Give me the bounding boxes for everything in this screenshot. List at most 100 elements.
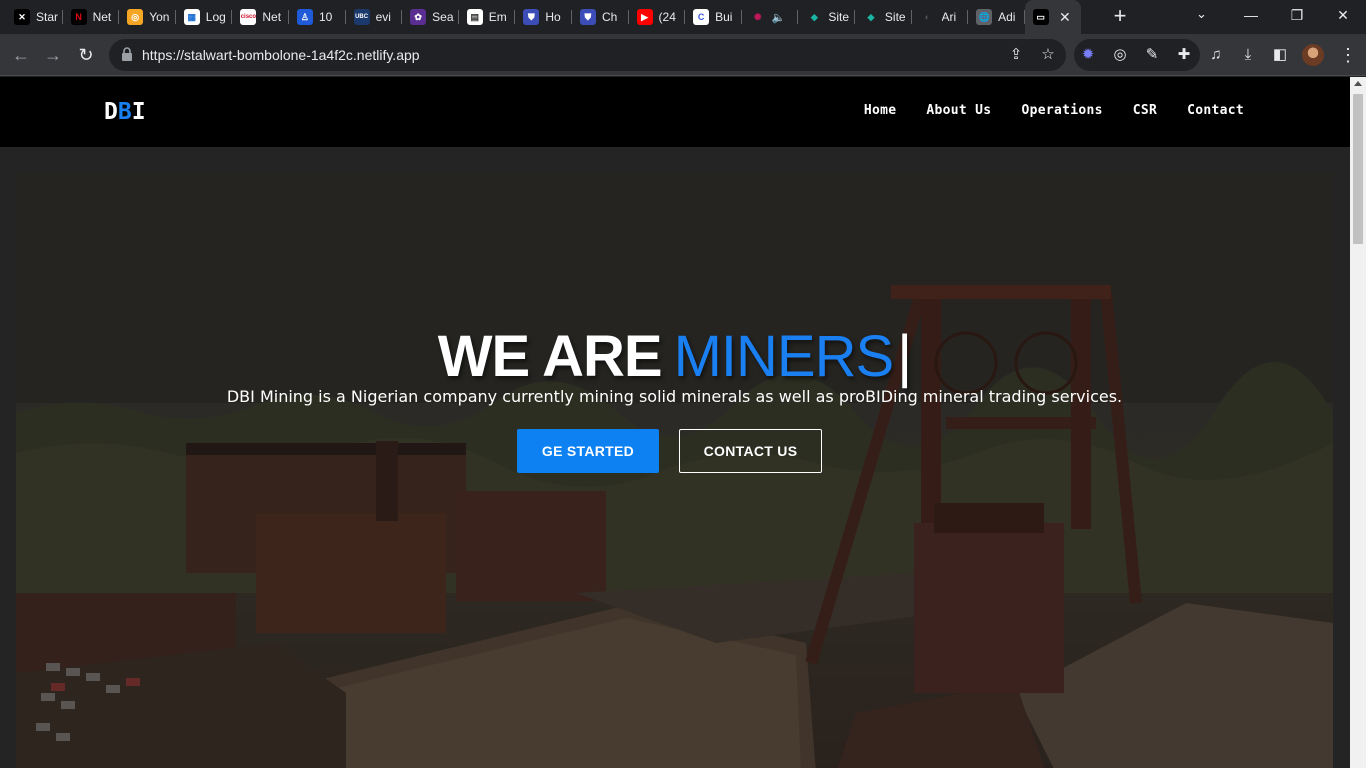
share-icon[interactable]: ⇪	[1006, 45, 1026, 65]
bookmark-star-icon[interactable]: ☆	[1038, 45, 1058, 65]
nav-operations[interactable]: Operations	[1021, 103, 1102, 118]
browser-tab[interactable]: cisco Net	[232, 0, 289, 34]
tab-favicon-icon: ▭	[1032, 9, 1049, 25]
browser-tab[interactable]: ◆ Site	[855, 0, 912, 34]
scrollbar-thumb[interactable]	[1353, 94, 1363, 244]
tab-title: Adi	[998, 10, 1016, 24]
browser-tab[interactable]: ▤ Em	[459, 0, 516, 34]
logo-letter-d: D	[104, 99, 118, 125]
tab-favicon-icon: ◎	[127, 9, 144, 25]
color-picker-icon[interactable]: ✎	[1142, 45, 1162, 65]
new-tab-button[interactable]: +	[1108, 4, 1132, 28]
web-page: DBI Home About Us Operations CSR Contact	[0, 77, 1350, 768]
tab-favicon-icon: UBC	[353, 9, 370, 25]
browser-tab[interactable]: C Bui	[685, 0, 742, 34]
side-panel-icon[interactable]: ◧	[1270, 45, 1290, 65]
browser-tab[interactable]: ✺ 🔈	[742, 0, 799, 34]
browser-tab[interactable]: 🌐 Adi	[968, 0, 1025, 34]
hero-headline: WE ARE MINERS|	[16, 323, 1333, 390]
site-navbar: DBI Home About Us Operations CSR Contact	[0, 77, 1350, 147]
restore-icon[interactable]: ❐	[1274, 0, 1320, 30]
browser-tab[interactable]: ◆ Site	[798, 0, 855, 34]
logo-letter-i: I	[131, 99, 146, 125]
puzzle-icon[interactable]: ✚	[1174, 45, 1194, 65]
tab-title: Site	[884, 10, 906, 24]
extension-gear-icon[interactable]: ✹	[1078, 45, 1098, 65]
browser-tab[interactable]: ⛊ Ch	[572, 0, 629, 34]
site-logo[interactable]: DBI	[104, 99, 146, 125]
tab-favicon-icon: ▶	[636, 9, 653, 25]
tab-favicon-icon: ▤	[466, 9, 483, 25]
nav-csr[interactable]: CSR	[1133, 103, 1157, 118]
nav-home[interactable]: Home	[864, 103, 897, 118]
tab-title: Ch	[601, 10, 618, 24]
browser-toolbar: ← → ↻ https://stalwart-bombolone-1a4f2c.…	[0, 34, 1366, 76]
tab-title: Net	[92, 10, 112, 24]
window-controls: — ❐ ✕	[1228, 0, 1366, 34]
browser-tab[interactable]: ▶ (24	[629, 0, 686, 34]
hero-section: WE ARE MINERS| DBI Mining is a Nigerian c…	[16, 173, 1333, 768]
nav-contact[interactable]: Contact	[1187, 103, 1244, 118]
url-text: https://stalwart-bombolone-1a4f2c.netlif…	[142, 47, 420, 63]
tab-title: (24	[658, 10, 676, 24]
reload-icon[interactable]: ↻	[74, 43, 98, 67]
tab-title: evi	[375, 10, 391, 24]
contact-us-button[interactable]: CONTACT US	[679, 429, 822, 473]
hero-subtitle: DBI Mining is a Nigerian company current…	[226, 387, 1123, 406]
browser-tab[interactable]: ♙ 10	[289, 0, 346, 34]
tab-favicon-icon: ⛊	[579, 9, 596, 25]
tab-list: ✕ Star N Net ◎ Yon ▦ Log cisco Net ♙ 10 UBC evi ✿ Sea ▤ E…	[6, 0, 1081, 34]
tab-favicon-icon: ♙	[296, 9, 313, 25]
media-queue-icon[interactable]: ♫	[1206, 45, 1226, 65]
tab-strip: ✕ Star N Net ◎ Yon ▦ Log cisco Net ♙ 10 UBC evi ✿ Sea ▤ E…	[0, 0, 1366, 34]
minimize-icon[interactable]: —	[1228, 0, 1274, 30]
browser-tab[interactable]: ✿ Sea	[402, 0, 459, 34]
browser-tab[interactable]: ▦ Log	[176, 0, 233, 34]
tab-favicon-icon: ◐	[919, 9, 936, 25]
nav-about-us[interactable]: About Us	[926, 103, 991, 118]
tab-favicon-icon: ✕	[14, 9, 30, 25]
headline-white-text: WE ARE	[437, 324, 663, 389]
tab-title: Bui	[715, 10, 733, 24]
tab-title: Site	[828, 10, 849, 24]
download-icon[interactable]: ⤓	[1238, 45, 1258, 65]
browser-tab[interactable]: ⛊ Ho	[515, 0, 572, 34]
tab-favicon-icon: C	[693, 9, 710, 25]
tab-title: Yon	[149, 10, 170, 24]
forward-icon[interactable]: →	[41, 43, 65, 67]
tab-search-icon[interactable]: ⌄	[1196, 6, 1216, 22]
tab-title: Ho	[545, 10, 561, 24]
tab-favicon-icon: 🌐	[976, 9, 993, 25]
tab-close-icon[interactable]: ✕	[1059, 9, 1071, 26]
tab-audio-icon[interactable]: 🔈	[772, 11, 786, 24]
tab-title: Ari	[941, 10, 957, 24]
tab-title: Em	[488, 10, 507, 24]
tab-favicon-icon: ▦	[183, 9, 200, 25]
site-menu: Home About Us Operations CSR Contact	[864, 103, 1244, 118]
browser-tab[interactable]: ▭ ✕	[1024, 0, 1081, 34]
tab-title: Net	[262, 10, 282, 24]
tab-favicon-icon: ◆	[806, 9, 823, 25]
tab-favicon-icon: ◆	[862, 9, 879, 25]
get-started-button[interactable]: GE STARTED	[517, 429, 659, 473]
tab-title: Sea	[432, 10, 454, 24]
back-icon[interactable]: ←	[9, 43, 33, 67]
scroll-up-arrow-icon[interactable]	[1354, 81, 1362, 86]
browser-tab[interactable]: N Net	[63, 0, 120, 34]
extension-target-icon[interactable]: ◎	[1110, 45, 1130, 65]
profile-avatar[interactable]	[1302, 44, 1324, 66]
browser-tab[interactable]: ◐ Ari	[912, 0, 969, 34]
browser-tab[interactable]: ◎ Yon	[119, 0, 176, 34]
tab-title: 10	[318, 10, 333, 24]
lock-icon	[122, 47, 132, 61]
address-bar[interactable]: https://stalwart-bombolone-1a4f2c.netlif…	[109, 39, 1066, 71]
typing-cursor: |	[897, 324, 912, 389]
more-menu-icon[interactable]: ⋮	[1339, 45, 1357, 65]
browser-tab[interactable]: UBC evi	[346, 0, 403, 34]
close-window-icon[interactable]: ✕	[1320, 0, 1366, 30]
browser-tab[interactable]: ✕ Star	[6, 0, 63, 34]
page-scrollbar[interactable]	[1350, 77, 1366, 768]
tab-title: Star	[36, 10, 58, 24]
tab-favicon-icon: ✿	[410, 9, 427, 25]
tab-favicon-icon: cisco	[240, 9, 257, 25]
